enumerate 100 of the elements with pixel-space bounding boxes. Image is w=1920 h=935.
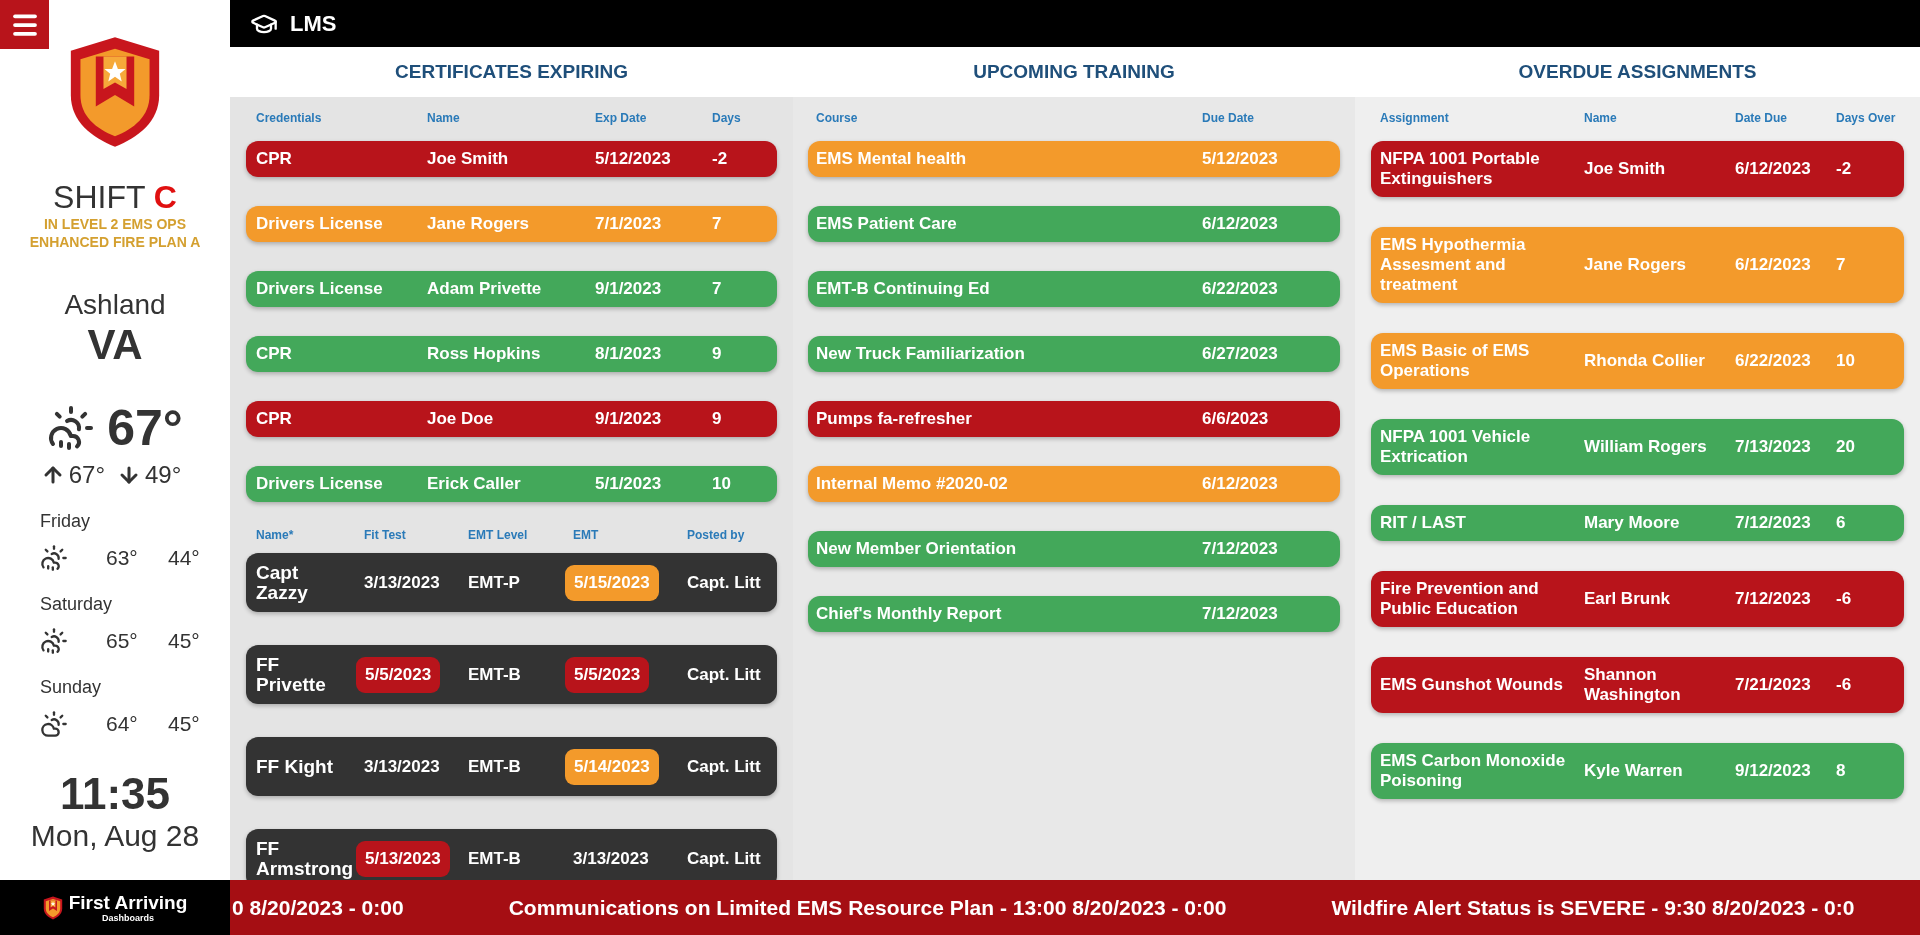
column-header: Name*: [256, 528, 294, 542]
table-cell-text: Rhonda Collier: [1584, 351, 1706, 371]
table-cell-text: EMS Patient Care: [816, 214, 958, 234]
table-cell-text: Drivers License: [256, 279, 384, 299]
table-cell-text: Capt. Litt: [686, 663, 762, 686]
table-cell-text: 3/13/2023: [363, 755, 441, 778]
table-cell-text: Drivers License: [256, 474, 384, 494]
table-cell-text: EMT-P: [467, 571, 521, 594]
table-cell-text: 9/1/2023: [595, 409, 663, 429]
table-cell-text: 8/1/2023: [595, 344, 663, 364]
column-header: Name: [1584, 111, 1617, 125]
forecast-day: Friday: [40, 511, 230, 532]
table-cell-text: Jane Rogers: [427, 214, 531, 234]
table-cell-text: Joe Smith: [1584, 159, 1667, 179]
table-cell-text: CPR: [256, 149, 293, 169]
table-cell-text: 20: [1836, 437, 1856, 457]
column-header: Assignment: [1380, 111, 1449, 125]
column-header: Credentials: [256, 111, 322, 125]
ticker-message: Wildfire Alert Status is SEVERE - 9:30 8/20/2023 - 0:0: [1331, 895, 1855, 920]
forecast-day: Saturday: [40, 594, 230, 615]
brand-tagline: Dashboards: [102, 912, 154, 923]
table-cell-text: Chief's Monthly Report: [816, 604, 1003, 624]
table-cell-text: 9: [712, 409, 723, 429]
section-title: CERTIFICATES EXPIRING: [230, 47, 793, 97]
table-cell-text: EMS Mental health: [816, 149, 968, 169]
table-cell-text: 6/12/2023: [1735, 159, 1812, 179]
table-cell-text: 9/12/2023: [1735, 761, 1812, 781]
date-badge: 5/13/2023: [356, 840, 450, 877]
date-badge: 5/14/2023: [565, 748, 659, 785]
table-cell-text: Earl Brunk: [1584, 589, 1671, 609]
table-cell-text: 6/12/2023: [1202, 214, 1279, 234]
page-title: LMS: [290, 10, 337, 37]
table-cell-text: 6/22/2023: [1202, 279, 1279, 299]
table-cell-text: 6/12/2023: [1735, 255, 1812, 275]
table-cell-text: Pumps fa-refresher: [816, 409, 973, 429]
column-header: Fit Test: [363, 528, 406, 542]
table-cell-text: EMT-B: [467, 847, 522, 870]
date-badge: 5/15/2023: [565, 564, 659, 601]
table-cell-text: 7/1/2023: [595, 214, 663, 234]
table-cell-text: Mary Moore: [1584, 513, 1681, 533]
table-cell-text: FF Armstrong: [256, 838, 355, 879]
table-cell-text: EMS Hypothermia Assesment and treatment: [1380, 235, 1527, 295]
table-cell-text: William Rogers: [1584, 437, 1708, 457]
alert-status: IN LEVEL 2 EMS OPS: [43, 215, 187, 233]
table-cell-text: Adam Privette: [427, 279, 543, 299]
forecast-day: Sunday: [40, 677, 230, 698]
table-cell-text: 9: [712, 344, 723, 364]
table-cell-text: -6: [1836, 675, 1853, 695]
table-cell-text: 10: [1836, 351, 1856, 371]
forecast-low: 45°: [168, 712, 201, 736]
table-cell-text: 7/12/2023: [1202, 604, 1279, 624]
table-cell-text: -2: [712, 149, 729, 169]
column-header: Posted by: [686, 528, 745, 542]
table-cell-text: EMT-B: [467, 663, 522, 686]
table-cell-text: RIT / LAST: [1380, 513, 1467, 533]
table-cell-text: 6/6/2023: [1202, 409, 1270, 429]
table-cell-text: Fire Prevention and Public Education: [1380, 579, 1540, 619]
date-badge: 5/5/2023: [565, 656, 650, 693]
ticker-message: 0 8/20/2023 - 0:00: [232, 895, 404, 920]
table-cell-text: Ross Hopkins: [427, 344, 542, 364]
menu-button[interactable]: [0, 0, 49, 49]
shift-label: SHIFT C: [53, 179, 177, 215]
table-cell-text: 6: [1836, 513, 1847, 533]
table-cell-text: EMT-B: [467, 755, 522, 778]
table-cell-text: -2: [1836, 159, 1853, 179]
table-cell-text: CPR: [256, 409, 293, 429]
forecast-low: 44°: [168, 546, 201, 570]
forecast-high: 64°: [106, 712, 139, 736]
table-cell-text: 7/12/2023: [1202, 539, 1279, 559]
table-cell-text: Capt. Litt: [686, 571, 762, 594]
brand-name: First Arriving: [68, 892, 188, 913]
table-cell-text: 7: [712, 279, 723, 299]
table-cell-text: CPR: [256, 344, 293, 364]
table-cell-text: 7/13/2023: [1735, 437, 1812, 457]
alert-status: ENHANCED FIRE PLAN A: [29, 233, 201, 251]
table-cell-text: NFPA 1001 Vehicle Extrication: [1380, 427, 1532, 467]
column-header: Exp Date: [595, 111, 647, 125]
column-header: EMT Level: [467, 528, 528, 542]
rain-cloud-icon: [47, 404, 96, 452]
table-cell-text: Internal Memo #2020-02: [816, 474, 1009, 494]
current-temperature: 67°: [107, 399, 183, 457]
column-header: Course: [816, 111, 858, 125]
table-cell-text: EMS Gunshot Wounds: [1380, 675, 1564, 695]
low-temperature: 49°: [145, 461, 182, 489]
table-cell-text: Joe Smith: [427, 149, 510, 169]
column-header: Name: [427, 111, 460, 125]
table-cell-text: New Member Orientation: [816, 539, 1018, 559]
column-header: EMT: [572, 528, 599, 542]
rain-cloud-icon: [40, 627, 68, 655]
table-cell-text: 6/22/2023: [1735, 351, 1812, 371]
table-cell-text: Capt. Litt: [686, 755, 762, 778]
state-name: VA: [87, 321, 143, 369]
ticker-message: Communications on Limited EMS Resource Plan - 13:00 8/20/2023 - 0:00: [508, 895, 1227, 920]
table-cell-text: New Truck Familiarization: [816, 344, 1026, 364]
table-cell-text: Capt. Litt: [686, 847, 762, 870]
table-cell-text: FF Kight: [256, 756, 335, 777]
table-cell-text: 7/12/2023: [1735, 513, 1812, 533]
high-temperature: 67°: [68, 461, 105, 489]
table-cell-text: Drivers License: [256, 214, 384, 234]
table-cell-text: 3/13/2023: [363, 571, 441, 594]
